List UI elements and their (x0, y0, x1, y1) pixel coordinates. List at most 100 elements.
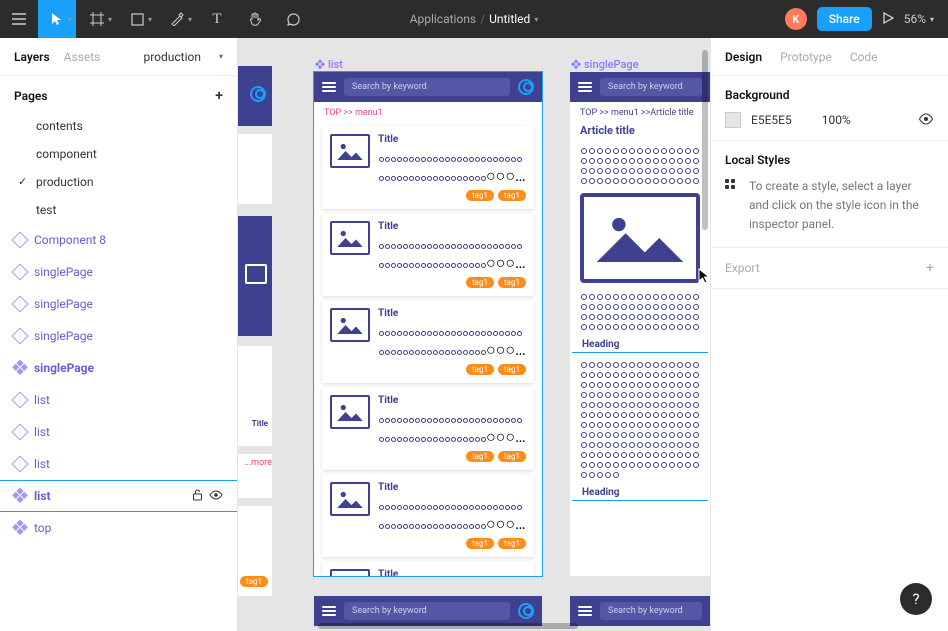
page-item[interactable]: test (0, 196, 237, 224)
layer-name: singlePage (34, 297, 93, 311)
zoom-control[interactable]: 56% ▾ (904, 12, 934, 26)
breadcrumb[interactable]: TOP >> menu1 >>Article title (570, 102, 710, 122)
visibility-icon[interactable] (209, 489, 223, 504)
frame-label-single[interactable]: singlePage (572, 58, 639, 71)
tag[interactable]: tag1 (498, 277, 526, 288)
canvas-scrollbar-horizontal[interactable] (318, 623, 578, 629)
layer-row[interactable]: Component 8 (0, 224, 237, 256)
list-card[interactable]: Title○○○…tag1tag1 (322, 300, 534, 383)
share-button[interactable]: Share (817, 7, 872, 31)
peek-frame[interactable] (238, 134, 272, 204)
user-icon[interactable] (518, 79, 534, 95)
frame-tool-caret[interactable]: ▾ (108, 15, 118, 24)
background-heading: Background (725, 88, 934, 102)
layer-row[interactable]: singlePage (0, 256, 237, 288)
list-card[interactable]: Title○○○…tag1tag1 (322, 126, 534, 209)
peek-frame[interactable]: ...more (238, 454, 272, 498)
hamburger-icon[interactable] (578, 82, 592, 92)
component-icon (12, 488, 29, 505)
shape-tool-caret[interactable]: ▾ (148, 15, 158, 24)
local-styles-hint: To create a style, select a layer and cl… (725, 177, 934, 235)
list-card[interactable]: Title○○○…tag1tag1 (322, 213, 534, 296)
list-card[interactable]: Title○○○…tag1tag1 (322, 387, 534, 470)
add-export-icon[interactable]: + (926, 260, 934, 276)
comment-tool-icon[interactable] (274, 0, 312, 38)
text-tool-icon[interactable]: T (198, 0, 236, 38)
layer-row[interactable]: singlePage (0, 320, 237, 352)
layer-row[interactable]: list (0, 448, 237, 480)
tab-layers[interactable]: Layers (14, 50, 50, 64)
help-button[interactable]: ? (900, 583, 932, 615)
hamburger-menu-icon[interactable] (0, 0, 38, 38)
tab-design[interactable]: Design (725, 50, 762, 64)
local-styles-heading: Local Styles (725, 153, 934, 167)
tag[interactable]: tag1 (466, 190, 494, 201)
heading: Heading (572, 481, 708, 501)
layer-row[interactable]: singlePage (0, 352, 237, 384)
component-icon (12, 264, 29, 281)
layer-name: list (34, 425, 50, 439)
tab-code[interactable]: Code (850, 50, 878, 64)
background-hex[interactable]: E5E5E5 (751, 113, 792, 127)
export-heading[interactable]: Export (725, 261, 760, 275)
page-item[interactable]: component (0, 140, 237, 168)
layer-row[interactable]: top (0, 512, 237, 544)
hamburger-icon[interactable] (322, 82, 336, 92)
body-text (570, 143, 710, 187)
card-title: Title (378, 395, 526, 406)
move-tool-caret[interactable]: ▾ (68, 15, 78, 24)
tab-prototype[interactable]: Prototype (780, 50, 832, 64)
present-icon[interactable] (882, 12, 894, 27)
tag[interactable]: tag1 (498, 538, 526, 549)
pages-heading: Pages (14, 89, 48, 103)
background-opacity[interactable]: 100% (822, 113, 851, 127)
tab-assets[interactable]: Assets (64, 50, 101, 64)
tag[interactable]: tag1 (498, 451, 526, 462)
peek-frame-top[interactable] (238, 66, 272, 126)
breadcrumb[interactable]: TOP >> menu1 (314, 102, 542, 122)
page-item[interactable]: production (0, 168, 237, 196)
list-card[interactable]: Title○○○…tag1tag1 (322, 474, 534, 557)
frame-single-page[interactable]: Search by keyword (570, 596, 710, 626)
layer-row[interactable]: list (0, 384, 237, 416)
visibility-toggle-icon[interactable] (918, 113, 934, 128)
tag[interactable]: tag1 (498, 364, 526, 375)
tag[interactable]: tag1 (466, 538, 494, 549)
tag[interactable]: tag1 (466, 277, 494, 288)
layer-row[interactable]: list (0, 480, 237, 512)
component-icon (12, 424, 29, 441)
title-breadcrumb[interactable]: Applications / Untitled ▾ (410, 12, 539, 26)
canvas-scrollbar-vertical[interactable] (702, 50, 708, 230)
tag[interactable]: tag1 (498, 190, 526, 201)
frame-single-page[interactable]: Search by keyword TOP >> menu1 >>Article… (570, 72, 710, 576)
search-input[interactable]: Search by keyword (344, 78, 510, 96)
background-swatch[interactable] (725, 112, 741, 128)
peek-frame[interactable]: Title (238, 346, 272, 446)
pen-tool-caret[interactable]: ▾ (188, 15, 198, 24)
layer-row[interactable]: list (0, 416, 237, 448)
hand-tool-icon[interactable] (236, 0, 274, 38)
more-link[interactable]: ...more (238, 454, 272, 472)
list-card[interactable]: Title○○○…tag1tag1 (322, 561, 534, 576)
frame-list[interactable]: Search by keyword (314, 596, 542, 626)
search-input[interactable]: Search by keyword (600, 78, 702, 96)
project-crumb: Applications (410, 12, 476, 26)
page-selector[interactable]: production (143, 50, 201, 64)
avatar[interactable]: K (785, 8, 807, 30)
component-icon (12, 296, 29, 313)
page-item[interactable]: contents (0, 112, 237, 140)
component-icon (12, 328, 29, 345)
peek-frame[interactable] (238, 216, 272, 336)
frame-label-list[interactable]: list (316, 58, 343, 71)
canvas-viewport[interactable]: Title ...more tag1 list Search by keywor… (238, 38, 710, 631)
tag[interactable]: tag1 (466, 364, 494, 375)
card-title: Title (378, 569, 526, 576)
frame-list[interactable]: Search by keyword TOP >> menu1 Title○○○…… (314, 72, 542, 576)
tag[interactable]: tag1 (466, 451, 494, 462)
layer-row[interactable]: singlePage (0, 288, 237, 320)
cursor-icon (698, 268, 710, 284)
peek-frame[interactable]: tag1 (238, 506, 272, 596)
add-page-icon[interactable]: + (215, 88, 223, 104)
mock-header: Search by keyword (314, 72, 542, 102)
lock-icon[interactable] (192, 489, 203, 504)
